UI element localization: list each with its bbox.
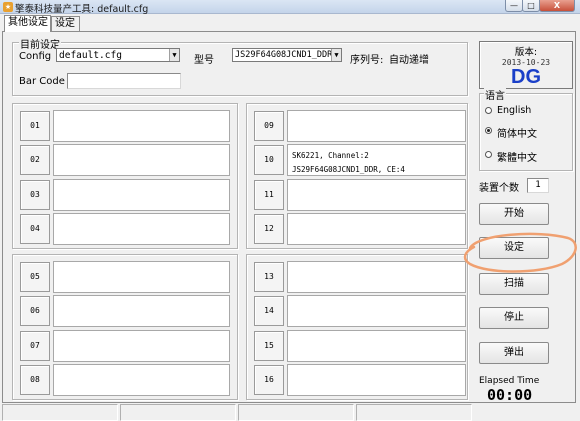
app-icon: ★ (3, 2, 13, 12)
slot-info-16 (287, 364, 466, 396)
slot-button-10[interactable]: 10 (254, 145, 284, 175)
language-option-simplified[interactable]: 简体中文 (497, 125, 537, 140)
eject-button[interactable]: 弹出 (479, 342, 549, 364)
version-code: DG (511, 66, 541, 88)
slot-info-10: SK6221, Channel:2 JS29F64G08JCND1_DDR, CE… (287, 144, 466, 176)
title-bar: ★ 擎泰科技量产工具: default.cfg — □ X (0, 0, 580, 15)
slot-button-03[interactable]: 03 (20, 180, 50, 210)
slot-button-16[interactable]: 16 (254, 365, 284, 395)
slot-button-12[interactable]: 12 (254, 214, 284, 244)
barcode-input[interactable] (67, 73, 181, 89)
radio-simplified-chinese[interactable] (485, 127, 492, 134)
radio-english[interactable] (485, 107, 492, 114)
elapsed-time-label: Elapsed Time (479, 376, 540, 386)
scan-button[interactable]: 扫描 (479, 273, 549, 295)
slot-button-05[interactable]: 05 (20, 262, 50, 292)
language-option-english[interactable]: English (497, 105, 531, 116)
slot-info-12 (287, 213, 466, 245)
status-cell-3 (238, 404, 354, 421)
slot-button-15[interactable]: 15 (254, 331, 284, 361)
language-label: 语言 (484, 87, 506, 102)
tab-other-settings[interactable]: 其他设定 (4, 15, 51, 32)
slot-info-06 (53, 295, 230, 327)
slot-button-02[interactable]: 02 (20, 145, 50, 175)
slot-button-14[interactable]: 14 (254, 296, 284, 326)
current-settings-label: 目前设定 (19, 36, 61, 51)
elapsed-time-value: 00:00 (487, 386, 533, 404)
serial-label: 序列号: (350, 55, 384, 66)
model-value: JS29F64G08JCND1_DDR (235, 50, 333, 60)
tab-settings[interactable]: 设定 (51, 16, 80, 31)
version-box: 版本: 2013-10-23 DG (479, 41, 573, 89)
window-title: 擎泰科技量产工具: default.cfg (15, 4, 149, 15)
slot-info-07 (53, 330, 230, 362)
stop-button[interactable]: 停止 (479, 307, 549, 329)
status-cell-4 (356, 404, 472, 421)
slot-info-08 (53, 364, 230, 396)
device-count-field[interactable]: 1 (527, 178, 549, 193)
slot-info-05 (53, 261, 230, 293)
version-label: 版本: (514, 47, 538, 58)
slot-button-09[interactable]: 09 (254, 111, 284, 141)
slot-info-03 (53, 179, 230, 211)
slot-info-04 (53, 213, 230, 245)
slot-info-line: SK6221, Channel:2 (292, 151, 369, 160)
status-cell-1 (2, 404, 118, 421)
language-option-traditional[interactable]: 繁體中文 (497, 149, 537, 164)
chevron-down-icon[interactable]: ▼ (331, 49, 341, 61)
annotation-circle (463, 232, 577, 273)
close-button[interactable]: X (539, 0, 575, 12)
config-select[interactable]: default.cfg ▼ (56, 48, 180, 62)
model-label: 型号 (194, 55, 214, 66)
maximize-button[interactable]: □ (522, 0, 540, 12)
slot-button-01[interactable]: 01 (20, 111, 50, 141)
minimize-button[interactable]: — (505, 0, 523, 12)
slot-button-07[interactable]: 07 (20, 331, 50, 361)
slot-button-13[interactable]: 13 (254, 262, 284, 292)
config-value: default.cfg (59, 50, 122, 61)
serial-value: 自动递增 (389, 55, 429, 66)
slot-button-08[interactable]: 08 (20, 365, 50, 395)
slot-info-01 (53, 110, 230, 142)
slot-button-04[interactable]: 04 (20, 214, 50, 244)
chevron-down-icon[interactable]: ▼ (169, 49, 179, 61)
slot-info-13 (287, 261, 466, 293)
model-select[interactable]: JS29F64G08JCND1_DDR ▼ (232, 48, 342, 62)
slot-info-02 (53, 144, 230, 176)
device-count-label: 装置个数 (479, 183, 519, 194)
start-button[interactable]: 开始 (479, 203, 549, 225)
slot-info-line: JS29F64G08JCND1_DDR, CE:4 (292, 165, 405, 174)
slot-info-14 (287, 295, 466, 327)
config-label: Config (19, 51, 52, 62)
slot-info-09 (287, 110, 466, 142)
barcode-label: Bar Code (19, 76, 65, 87)
slot-info-11 (287, 179, 466, 211)
radio-traditional-chinese[interactable] (485, 151, 492, 158)
slot-info-15 (287, 330, 466, 362)
status-cell-2 (120, 404, 236, 421)
slot-button-11[interactable]: 11 (254, 180, 284, 210)
slot-button-06[interactable]: 06 (20, 296, 50, 326)
